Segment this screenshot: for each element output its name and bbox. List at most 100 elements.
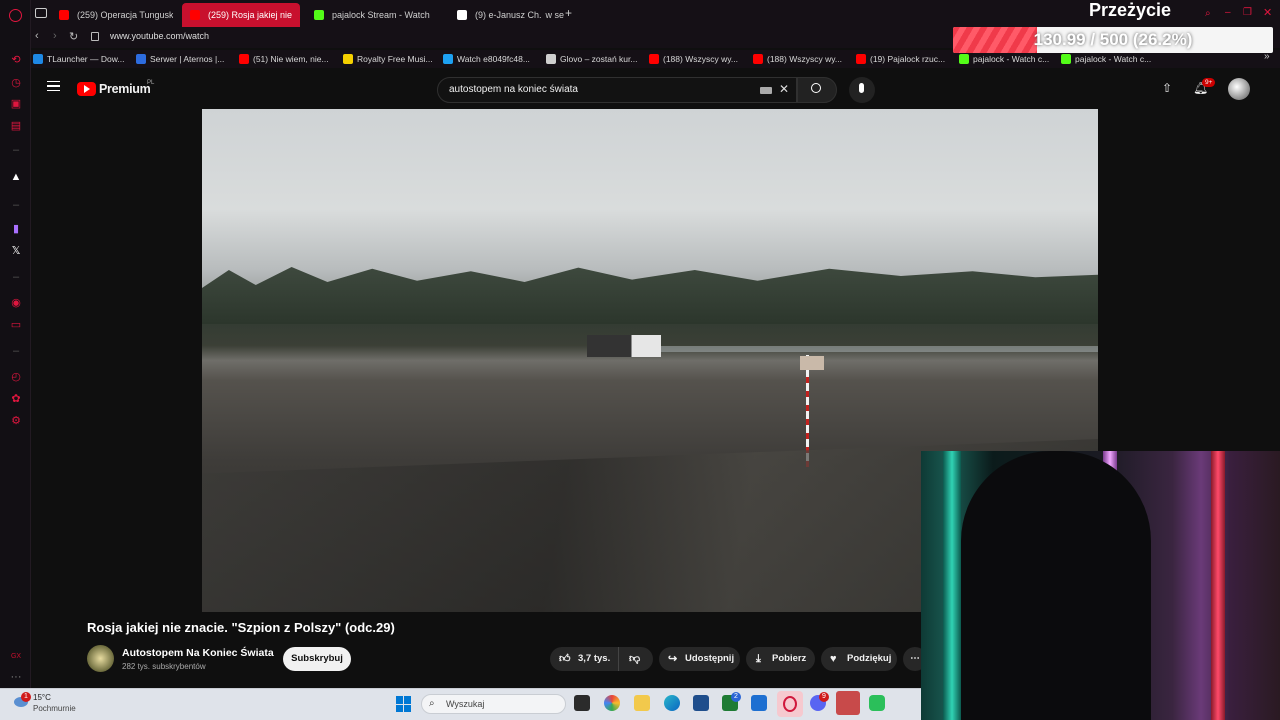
bookmark-item[interactable]: (51) Nie wiem, nie...: [239, 50, 329, 68]
x-icon[interactable]: 𝕏: [9, 244, 23, 258]
search-button[interactable]: [797, 77, 837, 103]
bookmark-favicon-icon: [33, 54, 43, 64]
share-button[interactable]: ↪ Udostępnij: [659, 647, 740, 671]
file-explorer-icon[interactable]: [634, 695, 650, 711]
download-button[interactable]: ⤓ Pobierz: [746, 647, 815, 671]
bookmark-favicon-icon: [959, 54, 969, 64]
windows-start-icon[interactable]: [396, 696, 412, 712]
tab-3[interactable]: pajalock Stream - Watch: [306, 3, 442, 27]
new-tab-icon[interactable]: +: [565, 6, 572, 20]
history-icon[interactable]: ◴: [9, 370, 23, 384]
like-button[interactable]: 👍︎ 3,7 tys.: [550, 647, 618, 671]
more-icon[interactable]: ···: [9, 670, 23, 684]
bookmark-item[interactable]: (188) Wszyscy wy...: [649, 50, 738, 68]
tab-label: (259) Operacja Tunguska: [77, 10, 173, 20]
url-field[interactable]: www.youtube.com/watch: [110, 31, 209, 41]
opera-gx-icon: [783, 696, 797, 712]
twitch-icon[interactable]: ▮: [9, 222, 23, 236]
copilot-icon[interactable]: [604, 695, 620, 711]
messenger-icon[interactable]: ▣: [9, 97, 23, 111]
player-icon[interactable]: ◉: [9, 296, 23, 310]
share-icon: ↪: [668, 653, 678, 665]
thanks-button[interactable]: ♥ Podziękuj: [821, 647, 897, 671]
tab-favicon-icon: [314, 10, 324, 20]
bookmark-label: (19) Pajalock rzuc...: [870, 54, 946, 64]
bookmark-label: Glovo – zostań kur...: [560, 54, 638, 64]
refresh-icon[interactable]: ⟲: [9, 53, 23, 67]
discord-badge: 9: [819, 692, 829, 702]
store-icon[interactable]: [693, 695, 709, 711]
menu-icon[interactable]: [47, 81, 60, 91]
tab-label: (259) Rosja jakiej nie: [208, 10, 293, 20]
bookmark-item[interactable]: Serwer | Aternos |...: [136, 50, 224, 68]
settings-icon[interactable]: ⚙: [9, 414, 23, 428]
bookmark-item[interactable]: Watch e8049fc48...: [443, 50, 530, 68]
lock-icon: [91, 32, 99, 41]
tab-favicon-icon: [457, 10, 467, 20]
bookmark-item[interactable]: Royalty Free Musi...: [343, 50, 433, 68]
streaming-app-icon[interactable]: [869, 695, 885, 711]
keyboard-icon[interactable]: [760, 87, 772, 94]
weather-badge: 1: [21, 692, 31, 702]
weather-desc: Pochmurnie: [33, 704, 76, 713]
clear-search-icon[interactable]: ✕: [779, 82, 789, 96]
search-icon: [811, 83, 821, 93]
opera-logo-icon[interactable]: [9, 9, 22, 22]
bookmark-item[interactable]: Glovo – zostań kur...: [546, 50, 637, 68]
avatar[interactable]: [1228, 78, 1250, 100]
red-light-strip: [1211, 451, 1225, 720]
dislike-button[interactable]: 👎︎: [618, 647, 653, 671]
pinned-app-icon[interactable]: [836, 691, 860, 715]
clock-icon[interactable]: ◷: [9, 76, 23, 90]
bookmark-item[interactable]: (188) Wszyscy wy...: [753, 50, 842, 68]
like-count: 3,7 tys.: [578, 653, 611, 664]
search-input[interactable]: autostopem na koniec świata ✕: [437, 77, 797, 103]
tab-4[interactable]: (9) e-Janusz Ch. w se: [449, 3, 564, 27]
webcam-overlay: [921, 451, 1280, 720]
bookmark-item[interactable]: TLauncher — Dow...: [33, 50, 124, 68]
tab-2[interactable]: (259) Rosja jakiej nie: [182, 3, 300, 27]
channel-name[interactable]: Autostopem Na Koniec Świata: [122, 647, 274, 659]
wallet-icon[interactable]: ▭: [9, 318, 23, 332]
back-icon[interactable]: ‹: [35, 30, 39, 42]
divider-icon: –: [12, 271, 20, 283]
chair-silhouette: [961, 451, 1151, 720]
thanks-label: Podziękuj: [847, 653, 892, 664]
youtube-logo-text[interactable]: Premium: [99, 82, 151, 96]
water-strip: [622, 346, 1098, 352]
close-window-icon[interactable]: ✕: [1263, 6, 1272, 19]
reload-icon[interactable]: ↻: [69, 30, 78, 43]
task-view-icon[interactable]: [574, 695, 590, 711]
aria-icon[interactable]: ▲: [9, 170, 23, 184]
bookmark-label: (188) Wszyscy wy...: [663, 54, 738, 64]
subscribe-button[interactable]: Subskrybuj: [283, 647, 351, 671]
youtube-logo-icon[interactable]: [77, 82, 96, 96]
visual-studio-icon[interactable]: [751, 695, 767, 711]
microphone-icon: [859, 83, 864, 93]
more-icon: ⋯: [910, 653, 920, 664]
minimize-icon[interactable]: –: [1225, 7, 1231, 18]
tab-1[interactable]: (259) Operacja Tunguska: [51, 3, 173, 27]
channel-avatar[interactable]: [87, 645, 114, 672]
voice-search-button[interactable]: [849, 77, 875, 103]
goal-progress-bar: 130.99 / 500 (26.2%): [953, 27, 1273, 53]
bookmark-item[interactable]: (19) Pajalock rzuc...: [856, 50, 945, 68]
divider-icon: –: [12, 144, 20, 156]
divider-icon: –: [12, 199, 20, 211]
goal-title: Przeżycie: [1088, 0, 1172, 20]
forward-icon[interactable]: ›: [53, 30, 57, 42]
thanks-icon: ♥: [830, 653, 837, 665]
opera-gx-taskbar-active[interactable]: [777, 691, 803, 717]
maximize-icon[interactable]: ❐: [1243, 7, 1252, 18]
logo-region: PL: [147, 80, 155, 86]
extensions-icon[interactable]: ✿: [9, 392, 23, 406]
bookmark-label: Serwer | Aternos |...: [150, 54, 225, 64]
m-icon[interactable]: ▤: [9, 119, 23, 133]
upload-icon[interactable]: ⇧: [1162, 81, 1172, 95]
bookmark-label: (51) Nie wiem, nie...: [253, 54, 329, 64]
tab-overview-icon[interactable]: [35, 8, 47, 18]
taskbar-search[interactable]: ⌕ Wyszukaj: [421, 694, 566, 714]
truck: [587, 335, 661, 357]
search-icon: ⌕: [429, 698, 435, 709]
edge-icon[interactable]: [664, 695, 680, 711]
